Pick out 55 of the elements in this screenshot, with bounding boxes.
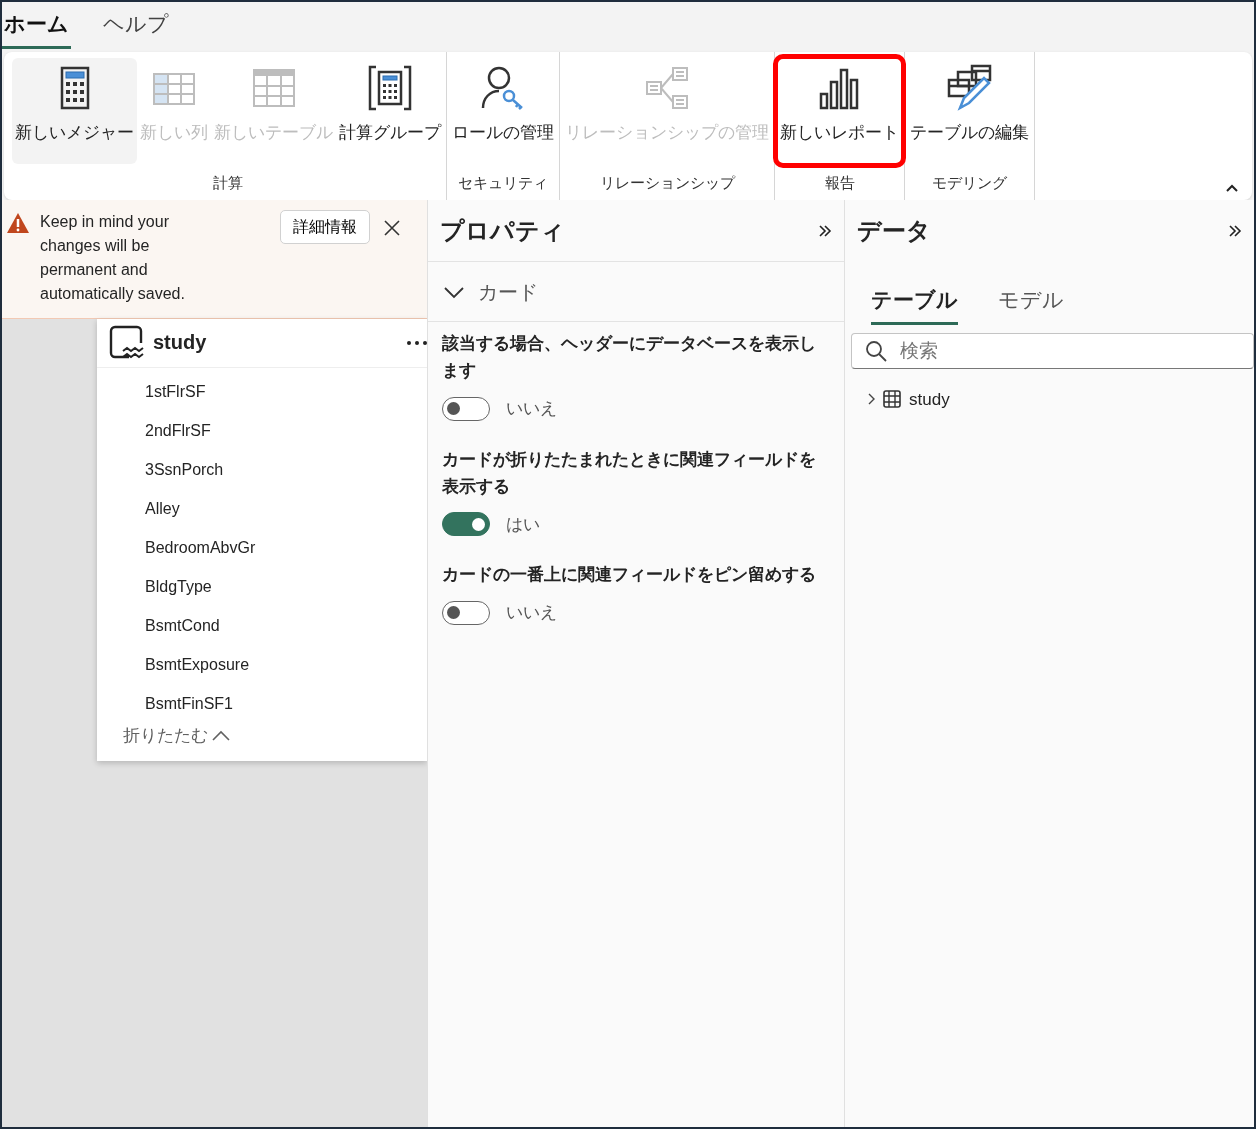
setting-label: 該当する場合、ヘッダーにデータベースを表示します — [442, 333, 817, 382]
field-name: BedroomAbvGr — [144, 538, 257, 558]
field-name: Alley — [144, 499, 181, 519]
toggle-switch[interactable] — [442, 600, 490, 625]
toggle-switch[interactable] — [442, 512, 490, 537]
collapse-link[interactable]: 折りたたむ — [97, 723, 230, 761]
data-tab[interactable]: テーブル — [871, 280, 958, 325]
field-name: 2ndFlrSF — [144, 421, 212, 441]
section-header[interactable]: カード — [428, 262, 844, 322]
group-label: 計算 — [212, 172, 244, 193]
group-label: リレーションシップ — [598, 172, 737, 193]
field-name: BldgType — [144, 577, 213, 597]
more-icon — [407, 340, 427, 345]
expand-panel-icon — [1228, 225, 1242, 237]
toggle-value: いいえ — [506, 398, 557, 420]
toggle-value: いいえ — [506, 602, 557, 624]
toggle-value: はい — [506, 513, 540, 536]
collapse-ribbon-icon — [1226, 184, 1238, 192]
table-icon — [883, 390, 901, 409]
ribbon-button[interactable]: ロールの管理 — [449, 58, 557, 164]
close-icon — [384, 219, 400, 236]
expand-panel-icon — [818, 224, 832, 237]
chevron-up-icon — [212, 730, 230, 742]
ribbon-tab[interactable]: ヘルプ — [101, 2, 171, 49]
group-label: セキュリティ — [457, 172, 549, 193]
data-tab[interactable]: モデル — [998, 280, 1064, 325]
ribbon-button[interactable]: 新しいレポート — [777, 58, 902, 164]
chevron-right-icon[interactable] — [867, 393, 875, 406]
panel-title: データ — [857, 216, 931, 246]
lakehouse-icon — [109, 325, 145, 359]
group-label: モデリング — [931, 172, 1008, 193]
calculator-bracket-icon — [366, 64, 414, 112]
field-name: BsmtFinSF1 — [144, 694, 234, 714]
toggle-switch[interactable] — [442, 396, 490, 421]
warning-icon — [6, 212, 30, 234]
section-title: カード — [478, 279, 538, 305]
details-button[interactable]: 詳細情報 — [280, 210, 370, 244]
field-name: BsmtCond — [144, 616, 221, 636]
search-field[interactable]: 検索 — [851, 332, 1254, 369]
ribbon-button[interactable]: 新しいメジャー — [12, 58, 137, 164]
table-pencil-icon — [945, 64, 994, 112]
ribbon-button[interactable]: 計算グループ — [336, 58, 444, 164]
warning-message: Keep in mind your changes will be permanent and automatically saved. — [40, 212, 186, 304]
field-name: 1stFlrSF — [144, 382, 207, 402]
ribbon-tab[interactable]: ホーム — [2, 2, 71, 49]
group-label: 報告 — [823, 172, 856, 193]
setting-label: カードの一番上に関連フィールドをピン留めする — [442, 564, 817, 586]
relationship-icon — [643, 64, 691, 112]
tree-item[interactable]: study — [909, 386, 950, 412]
ribbon-button[interactable]: テーブルの編集 — [907, 58, 1032, 164]
field-name: 3SsnPorch — [144, 460, 225, 480]
table-title: study — [153, 330, 208, 355]
field-name: BsmtExposure — [144, 655, 251, 675]
setting-label: カードが折りたたまれたときに関連フィールドを表示する — [442, 448, 817, 498]
panel-title: プロパティ — [440, 215, 565, 246]
